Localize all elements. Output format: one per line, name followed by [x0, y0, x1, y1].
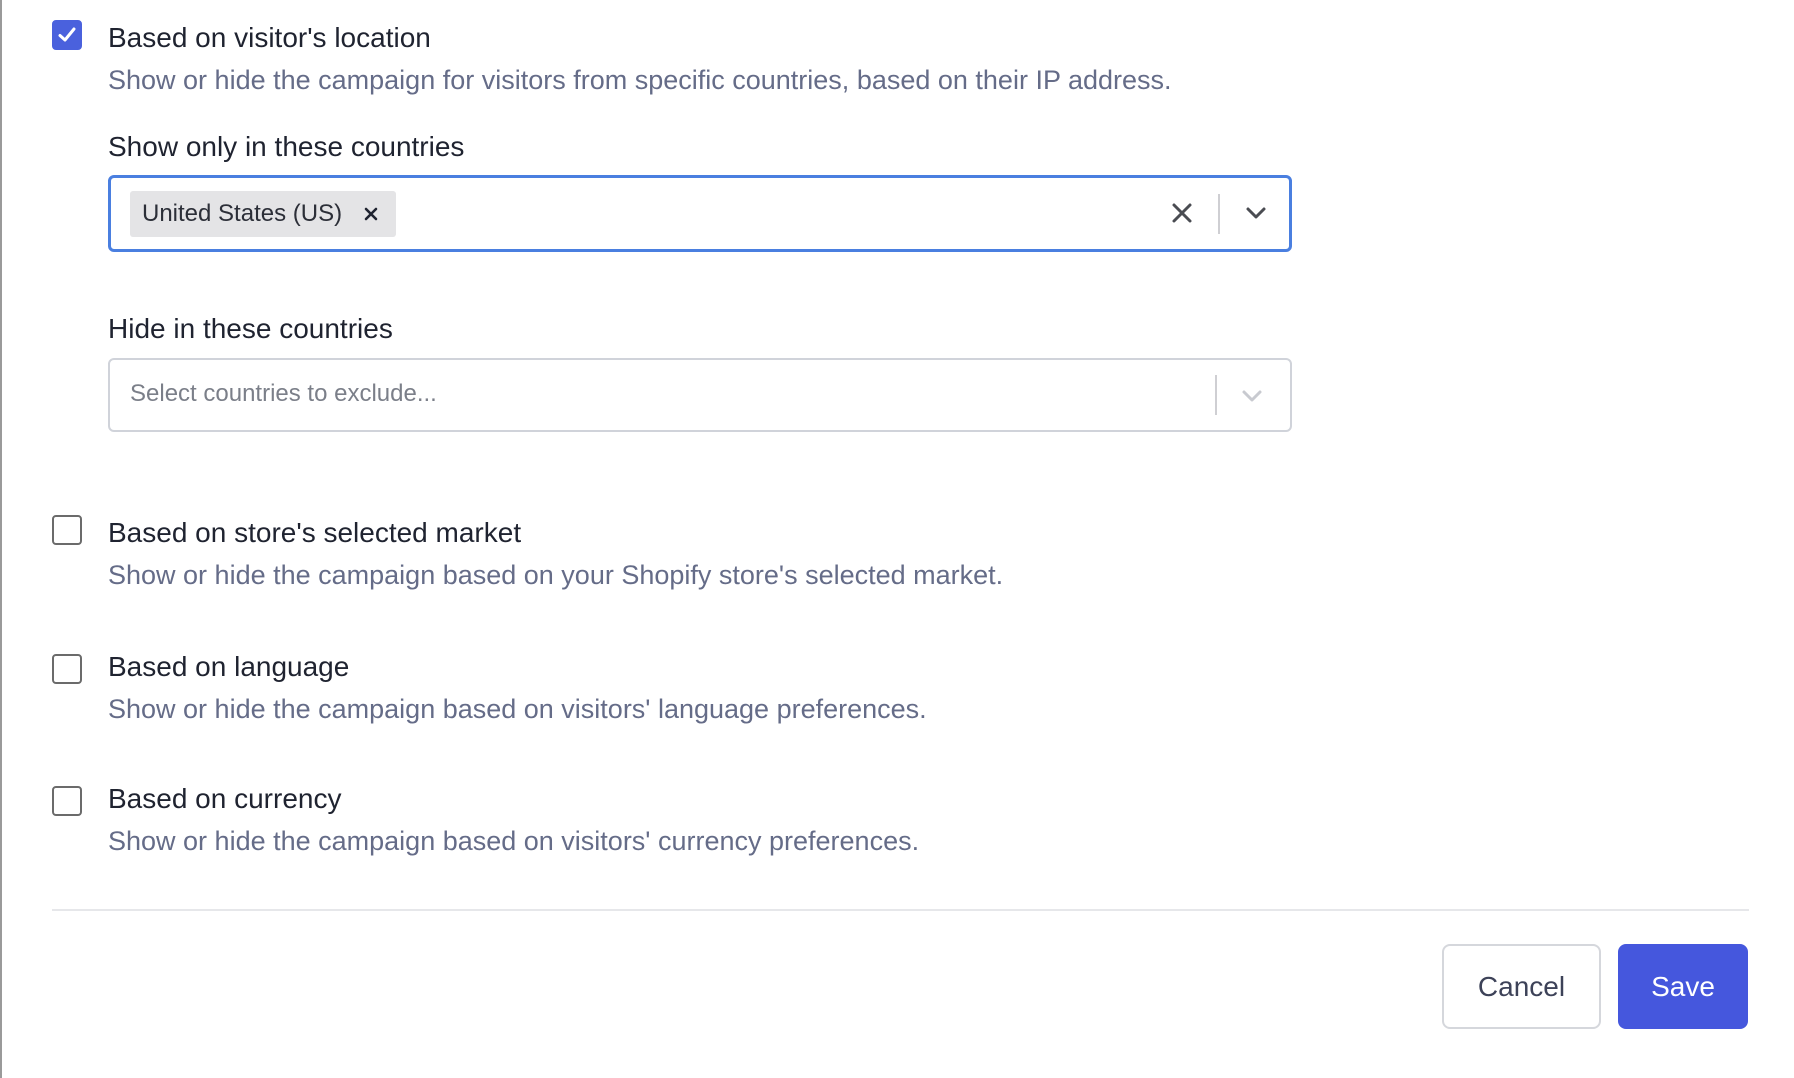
currency-checkbox[interactable] — [52, 786, 82, 816]
chevron-down-icon[interactable] — [1232, 376, 1272, 416]
hide-countries-label: Hide in these countries — [108, 313, 393, 344]
footer-divider — [52, 909, 1749, 911]
currency-title: Based on currency — [108, 783, 342, 814]
cancel-button[interactable]: Cancel — [1442, 944, 1601, 1029]
currency-description: Show or hide the campaign based on visit… — [108, 826, 920, 856]
hide-countries-placeholder: Select countries to exclude... — [130, 380, 437, 407]
show-countries-label: Show only in these countries — [108, 131, 465, 162]
country-tag: United States (US) — [130, 191, 397, 237]
show-countries-select[interactable]: United States (US) — [108, 175, 1292, 252]
tag-remove-icon[interactable] — [360, 203, 382, 225]
visitor-location-title: Based on visitor's location — [108, 22, 431, 53]
language-title: Based on language — [108, 651, 350, 682]
language-description: Show or hide the campaign based on visit… — [108, 694, 927, 724]
store-market-description: Show or hide the campaign based on your … — [108, 560, 1004, 590]
save-button[interactable]: Save — [1618, 944, 1748, 1029]
store-market-title: Based on store's selected market — [108, 517, 522, 548]
language-checkbox[interactable] — [52, 654, 82, 684]
targeting-modal: Based on visitor's location Show or hide… — [0, 0, 1794, 1078]
select-separator — [1215, 375, 1217, 415]
country-tag-label: United States (US) — [142, 200, 343, 227]
hide-countries-select[interactable]: Select countries to exclude... — [108, 358, 1292, 432]
visitor-location-checkbox[interactable] — [52, 20, 82, 50]
chevron-down-icon[interactable] — [1236, 193, 1276, 233]
select-separator — [1218, 194, 1220, 234]
clear-selection-icon[interactable] — [1162, 193, 1202, 233]
store-market-checkbox[interactable] — [52, 515, 82, 545]
visitor-location-description: Show or hide the campaign for visitors f… — [108, 65, 1172, 95]
checkmark-icon — [58, 27, 76, 42]
